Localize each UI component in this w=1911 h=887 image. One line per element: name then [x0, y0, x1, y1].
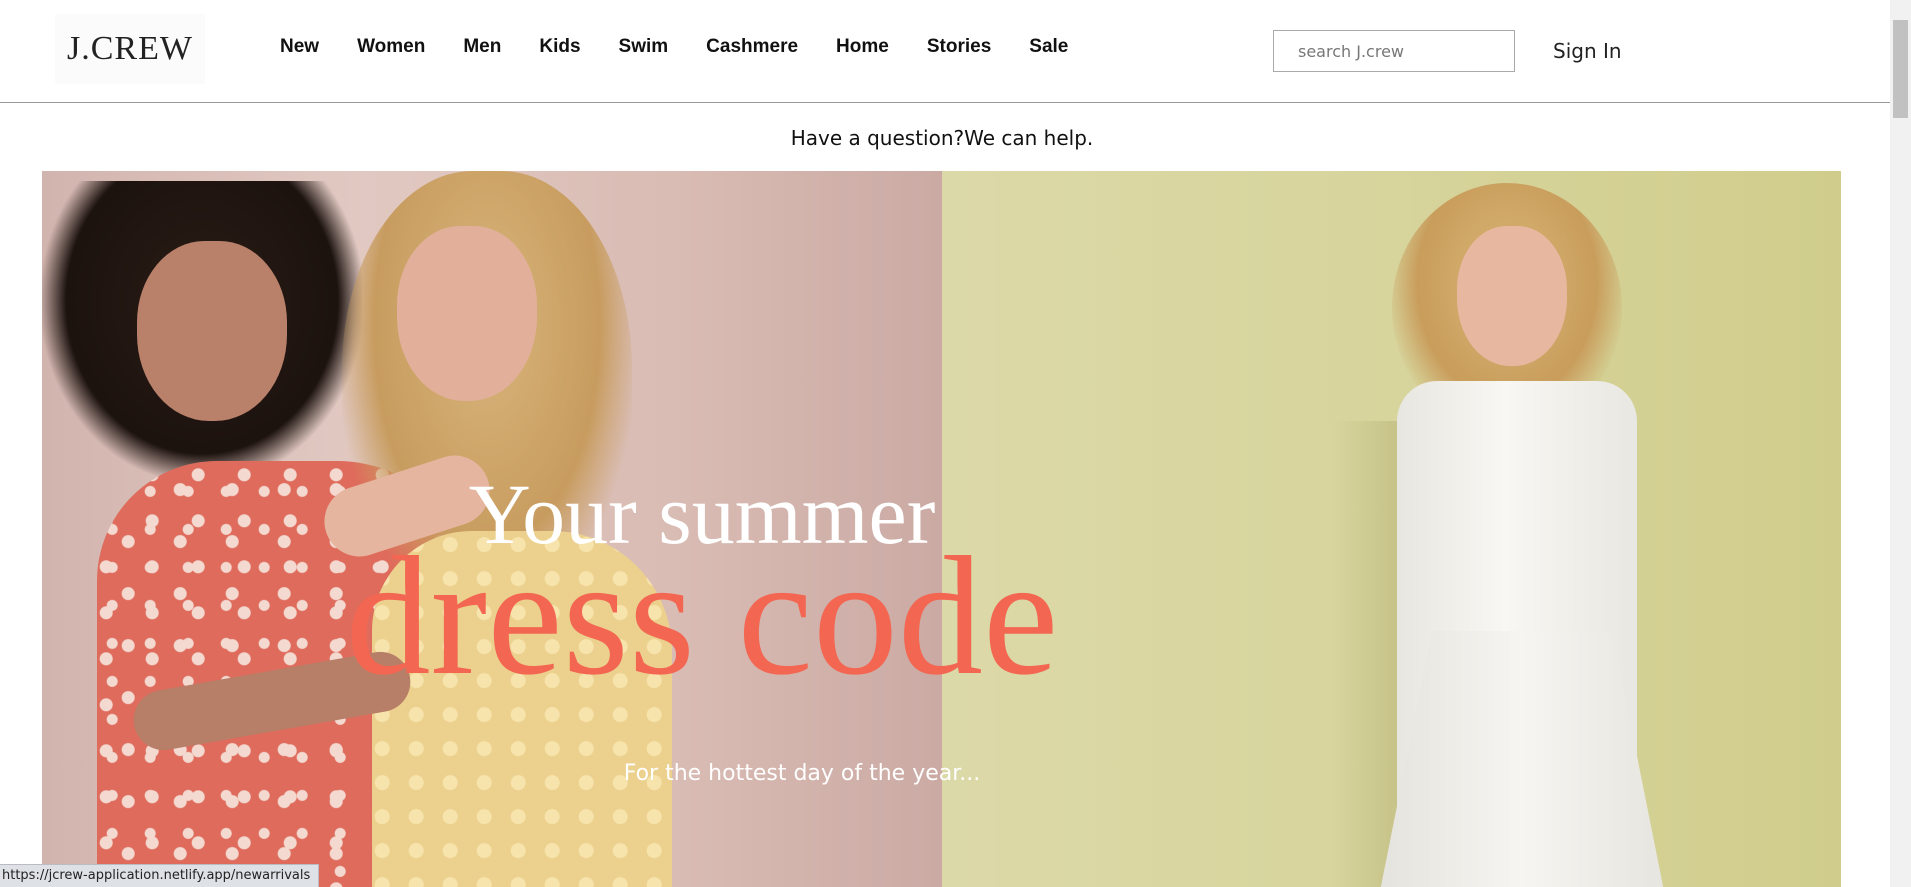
page: J.CREW New Women Men Kids Swim Cashmere …	[0, 0, 1911, 887]
sign-in-link[interactable]: Sign In	[1553, 39, 1622, 63]
nav-item-kids[interactable]: Kids	[539, 36, 580, 58]
nav-item-new[interactable]: New	[280, 36, 319, 58]
nav-item-sale[interactable]: Sale	[1029, 36, 1068, 58]
model-3-face	[1457, 226, 1567, 366]
search-input[interactable]	[1273, 30, 1515, 72]
nav-item-home[interactable]: Home	[836, 36, 889, 58]
model-1-face	[137, 241, 287, 421]
nav-item-swim[interactable]: Swim	[619, 36, 669, 58]
hero-banner[interactable]: Your summer dress code For the hottest d…	[42, 171, 1841, 887]
model-2-face	[397, 226, 537, 401]
page-scrollbar[interactable]	[1890, 0, 1911, 887]
nav-item-women[interactable]: Women	[357, 36, 425, 58]
link-status-bar: https://jcrew-application.netlify.app/ne…	[0, 864, 320, 887]
jcrew-logo[interactable]: J.CREW	[55, 14, 205, 84]
hero-headline-line2: dress code	[345, 522, 1059, 710]
hero-subheadline: For the hottest day of the year...	[623, 761, 981, 786]
main-nav: New Women Men Kids Swim Cashmere Home St…	[280, 36, 1106, 58]
nav-item-men[interactable]: Men	[463, 36, 501, 58]
nav-item-cashmere[interactable]: Cashmere	[706, 36, 798, 58]
scrollbar-thumb[interactable]	[1893, 20, 1908, 118]
site-header: J.CREW New Women Men Kids Swim Cashmere …	[0, 0, 1890, 103]
help-banner[interactable]: Have a question?We can help.	[0, 126, 1884, 150]
nav-item-stories[interactable]: Stories	[927, 36, 991, 58]
